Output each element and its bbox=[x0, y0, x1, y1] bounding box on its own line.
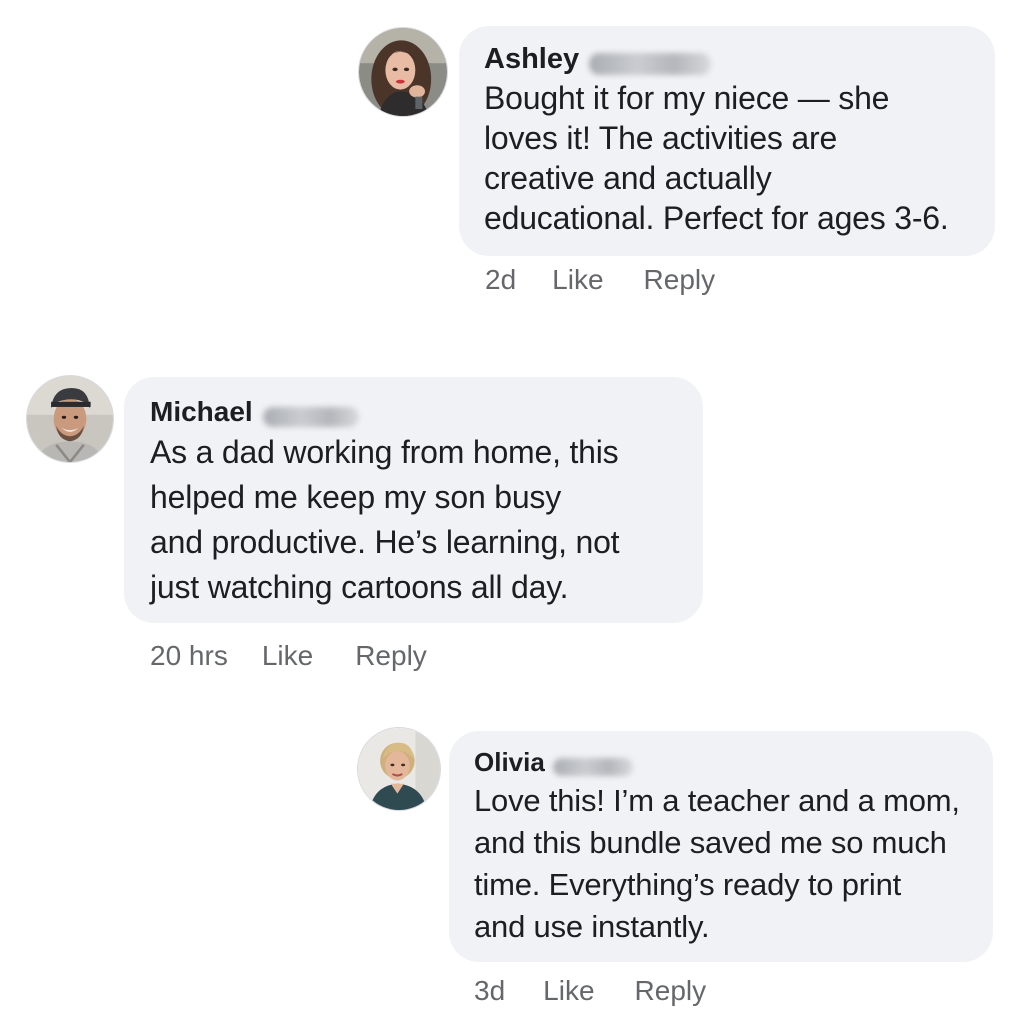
redacted-surname bbox=[552, 757, 633, 776]
michael-avatar-photo bbox=[27, 376, 113, 462]
redacted-surname bbox=[589, 52, 712, 75]
comment-text: Love this! I’m a teacher and a mom, and … bbox=[474, 783, 960, 944]
comment-bubble-olivia: Olivia Love this! I’m a teacher and a mo… bbox=[449, 731, 993, 962]
comment-actions: 2d Like Reply bbox=[485, 262, 715, 298]
reply-button[interactable]: Reply bbox=[355, 638, 427, 674]
comment-timestamp[interactable]: 2d bbox=[485, 262, 516, 298]
like-button[interactable]: Like bbox=[543, 973, 594, 1009]
comment-timestamp[interactable]: 3d bbox=[474, 973, 505, 1009]
comment-author-name[interactable]: Michael bbox=[150, 394, 253, 430]
comment-author-row: Ashley bbox=[484, 40, 995, 78]
avatar-michael[interactable] bbox=[26, 375, 114, 463]
comment-author-name[interactable]: Olivia bbox=[474, 744, 545, 780]
redacted-surname bbox=[262, 406, 359, 427]
comment-text: Bought it for my niece — she loves it! T… bbox=[484, 80, 949, 236]
avatar-olivia[interactable] bbox=[357, 727, 441, 811]
reply-button[interactable]: Reply bbox=[644, 262, 716, 298]
reply-button[interactable]: Reply bbox=[635, 973, 707, 1009]
comment-bubble-ashley: Ashley Bought it for my niece — she love… bbox=[459, 26, 995, 256]
comment-actions: 20 hrs Like Reply bbox=[150, 638, 427, 674]
comment-bubble-michael: Michael As a dad working from home, this… bbox=[124, 377, 703, 623]
comment-timestamp[interactable]: 20 hrs bbox=[150, 638, 228, 674]
ashley-avatar-photo bbox=[359, 28, 447, 116]
comment-author-name[interactable]: Ashley bbox=[484, 40, 579, 78]
olivia-avatar-photo bbox=[358, 728, 440, 810]
comment-actions: 3d Like Reply bbox=[474, 973, 706, 1009]
comment-text: As a dad working from home, this helped … bbox=[150, 434, 620, 605]
comment-author-row: Michael bbox=[150, 394, 703, 430]
like-button[interactable]: Like bbox=[552, 262, 603, 298]
like-button[interactable]: Like bbox=[262, 638, 313, 674]
avatar-ashley[interactable] bbox=[358, 27, 448, 117]
comment-author-row: Olivia bbox=[474, 744, 993, 780]
